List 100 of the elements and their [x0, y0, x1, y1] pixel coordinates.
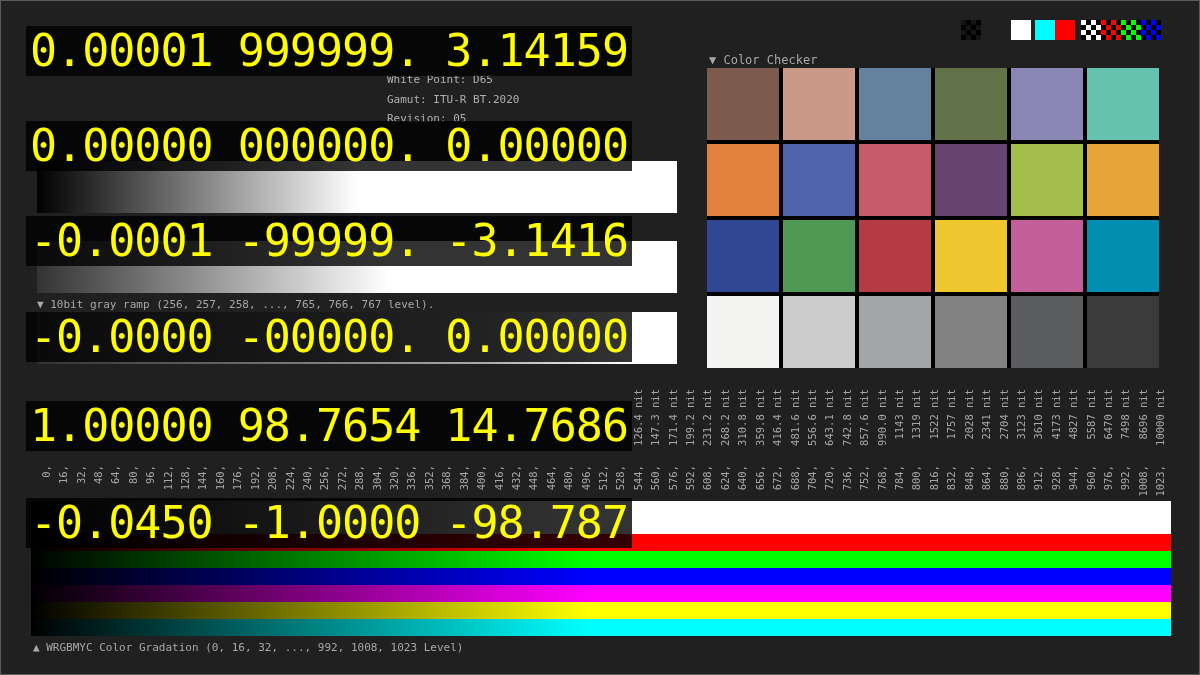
code-label: 480,	[562, 465, 575, 491]
luminance-label: 556.6 nit	[805, 389, 818, 446]
code-label: 976,	[1102, 465, 1115, 491]
code-label: 64,	[109, 465, 122, 484]
luminance-label: 6470 nit	[1102, 389, 1115, 440]
code-label: 944,	[1067, 465, 1080, 491]
code-label: 784,	[893, 465, 906, 491]
code-label: 688,	[788, 465, 801, 491]
luminance-label: 199.2 nit	[684, 389, 697, 446]
code-label: 176,	[231, 465, 244, 491]
display-reading: 0.00001	[30, 26, 213, 76]
code-label: 832,	[945, 465, 958, 491]
code-label: 624,	[718, 465, 731, 491]
luminance-label: 8696 nit	[1136, 389, 1149, 440]
luminance-label: 1522 nit	[927, 389, 940, 440]
luminance-label: 3123 nit	[1014, 389, 1027, 440]
checker-swatch	[1101, 20, 1121, 40]
luminance-label: 416.4 nit	[771, 389, 784, 446]
code-label: 464,	[544, 465, 557, 491]
display-reading: -98.787	[445, 498, 628, 548]
code-label: 864,	[980, 465, 993, 491]
display-reading: -0.0450	[30, 498, 213, 548]
checker-swatch	[1141, 20, 1161, 40]
luminance-label: 857.6 nit	[858, 389, 871, 446]
code-label: 96,	[144, 465, 157, 484]
code-label: 640,	[736, 465, 749, 491]
code-label: 656,	[753, 465, 766, 491]
code-label: 416,	[492, 465, 505, 491]
luminance-label: 2028 nit	[962, 389, 975, 440]
luminance-label: 10000 nit	[1154, 389, 1167, 446]
code-label: 560,	[649, 465, 662, 491]
code-label: 48,	[91, 465, 104, 484]
code-label: 720,	[823, 465, 836, 491]
luminance-label: 481.6 nit	[788, 389, 801, 446]
code-label: 16,	[57, 465, 70, 484]
checker-swatch	[1121, 20, 1141, 40]
code-label: 304,	[370, 465, 383, 491]
luminance-label: 310.8 nit	[736, 389, 749, 446]
luminance-label: 268.2 nit	[718, 389, 731, 446]
code-label: 336,	[405, 465, 418, 491]
code-label: 1008,	[1136, 465, 1149, 497]
luminance-label: 643.1 nit	[823, 389, 836, 446]
code-label: 608,	[701, 465, 714, 491]
code-label: 80,	[126, 465, 139, 484]
info-text: Gamut: ITU-R BT.2020	[387, 91, 521, 108]
luminance-label: 147.3 nit	[649, 389, 662, 446]
code-label: 960,	[1084, 465, 1097, 491]
ramp-label: ▼ 10bit gray ramp (256, 257, 258, ..., 765, 766, 767 level).	[37, 298, 436, 312]
code-label: 352,	[422, 465, 435, 491]
code-label: 112,	[161, 465, 174, 491]
code-label: 672,	[771, 465, 784, 491]
luminance-label: 7498 nit	[1119, 389, 1132, 440]
code-label: 768,	[875, 465, 888, 491]
code-label: 928,	[1049, 465, 1062, 491]
display-reading: 0.00000	[30, 121, 213, 171]
code-label: 800,	[910, 465, 923, 491]
code-label: 32,	[74, 465, 87, 484]
code-label: 448,	[527, 465, 540, 491]
code-label: 0,	[39, 465, 52, 478]
code-label: 368,	[440, 465, 453, 491]
luminance-label: 359.8 nit	[753, 389, 766, 446]
section-title: ▼ Color Checker	[709, 53, 819, 67]
display-reading: 1.00000	[30, 401, 213, 451]
luminance-label: 2704 nit	[997, 389, 1010, 440]
luminance-label: 4827 nit	[1067, 389, 1080, 440]
luminance-label: 1319 nit	[910, 389, 923, 440]
code-label: 128,	[179, 465, 191, 491]
code-label: 224,	[283, 465, 296, 491]
luminance-label: 2341 nit	[980, 389, 993, 440]
luminance-label: 171.4 nit	[666, 389, 679, 446]
luminance-label: 126.4 nit	[631, 389, 644, 446]
display-reading: 14.7686	[445, 401, 628, 451]
gradation-label: ▲ WRGBMYC Color Gradation (0, 16, 32, ..., 992, 1008, 1023 Level)	[33, 641, 465, 655]
code-label: 896,	[1014, 465, 1027, 491]
code-label: 240,	[300, 465, 313, 491]
code-label: 880,	[997, 465, 1010, 491]
code-label: 992,	[1119, 465, 1132, 491]
code-label: 384,	[457, 465, 470, 491]
code-label: 400,	[475, 465, 488, 491]
luminance-label: 1143 nit	[893, 389, 906, 440]
luminance-label: 4173 nit	[1049, 389, 1062, 440]
luminance-label: 990.0 nit	[875, 389, 888, 446]
code-label: 912,	[1032, 465, 1045, 491]
code-label: 704,	[805, 465, 818, 491]
code-label: 496,	[579, 465, 592, 491]
checker-swatch	[1081, 20, 1101, 40]
display-reading: -0.0000	[30, 312, 213, 362]
code-label: 512,	[597, 465, 609, 491]
code-label: 848,	[962, 465, 975, 491]
display-reading: -3.1416	[445, 216, 628, 266]
code-label: 592,	[684, 465, 697, 491]
code-label: 432,	[509, 465, 522, 491]
code-label: 144,	[196, 465, 209, 491]
code-label: 272,	[335, 465, 348, 491]
display-reading: -00000.	[237, 312, 421, 362]
code-label: 208,	[266, 465, 279, 491]
code-label: 256,	[318, 465, 331, 491]
code-label: 752,	[858, 465, 871, 491]
code-label: 160,	[213, 465, 226, 491]
code-label: 288,	[353, 465, 366, 491]
